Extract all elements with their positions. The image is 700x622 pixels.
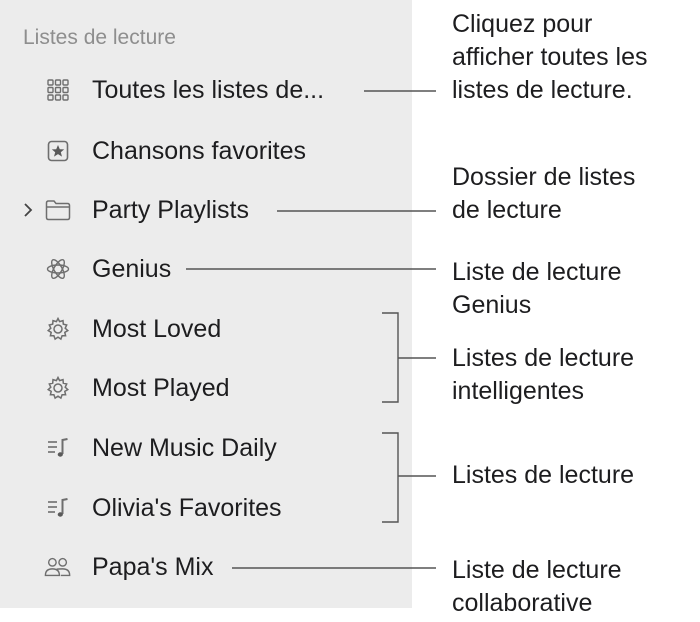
collaborative-people-icon xyxy=(44,555,72,579)
sidebar-item-most-played[interactable]: Most Played xyxy=(0,365,412,411)
callout-line: collaborative xyxy=(452,589,593,617)
star-square-icon xyxy=(44,139,72,163)
callout-smart-playlists: Listes de lecture intelligentes xyxy=(452,342,634,408)
callout-all-playlists: Cliquez pour afficher toutes les listes … xyxy=(452,8,647,107)
sidebar-item-new-music-daily[interactable]: New Music Daily xyxy=(0,425,412,471)
callout-line: Genius xyxy=(452,291,532,319)
folder-icon xyxy=(44,198,72,222)
section-header-playlists: Listes de lecture xyxy=(23,26,176,49)
playlist-music-note-icon xyxy=(44,496,72,520)
sidebar-item-label: Most Played xyxy=(92,373,230,402)
sidebar-item-label: New Music Daily xyxy=(92,433,277,462)
sidebar-item-favorite-songs[interactable]: Chansons favorites xyxy=(0,128,412,174)
callout-line: Listes de lecture xyxy=(452,461,635,489)
sidebar-item-label: Most Loved xyxy=(92,314,222,343)
sidebar-item-all-playlists[interactable]: Toutes les listes de... xyxy=(0,67,412,113)
sidebar-item-genius[interactable]: Genius xyxy=(0,246,412,292)
callout-collaborative-playlist: Liste de lecture collaborative xyxy=(452,554,622,620)
sidebar: Listes de lecture Toutes les listes de..… xyxy=(0,0,412,608)
sidebar-item-label: Chansons favorites xyxy=(92,136,307,165)
sidebar-item-label: Olivia's Favorites xyxy=(92,493,282,522)
callout-line: Dossier de listes xyxy=(452,163,636,191)
callout-line: listes de lecture. xyxy=(452,76,633,104)
callout-line: afficher toutes les xyxy=(452,43,648,71)
chevron-right-icon[interactable] xyxy=(21,198,35,222)
all-playlists-grid-icon xyxy=(44,78,72,102)
callout-genius-playlist: Liste de lecture Genius xyxy=(452,256,622,322)
callout-line: Liste de lecture xyxy=(452,258,622,286)
sidebar-item-label: Papa's Mix xyxy=(92,552,214,581)
callout-line: Listes de lecture xyxy=(452,344,635,372)
genius-atom-icon xyxy=(44,257,72,281)
sidebar-item-label: Party Playlists xyxy=(92,195,249,224)
callout-line: Liste de lecture xyxy=(452,556,622,584)
playlist-music-note-icon xyxy=(44,436,72,460)
sidebar-item-label: Toutes les listes de... xyxy=(92,75,325,104)
smart-playlist-gear-icon xyxy=(44,317,72,341)
sidebar-item-olivias-favorites[interactable]: Olivia's Favorites xyxy=(0,485,412,531)
callout-line: Cliquez pour xyxy=(452,10,593,38)
sidebar-item-papas-mix[interactable]: Papa's Mix xyxy=(0,544,412,590)
sidebar-item-party-playlists[interactable]: Party Playlists xyxy=(0,187,412,233)
sidebar-item-most-loved[interactable]: Most Loved xyxy=(0,306,412,352)
smart-playlist-gear-icon xyxy=(44,376,72,400)
callout-playlists: Listes de lecture xyxy=(452,459,634,492)
callout-line: de lecture xyxy=(452,196,562,224)
callout-playlist-folder: Dossier de listes de lecture xyxy=(452,161,635,227)
callout-line: intelligentes xyxy=(452,377,585,405)
sidebar-item-label: Genius xyxy=(92,254,172,283)
